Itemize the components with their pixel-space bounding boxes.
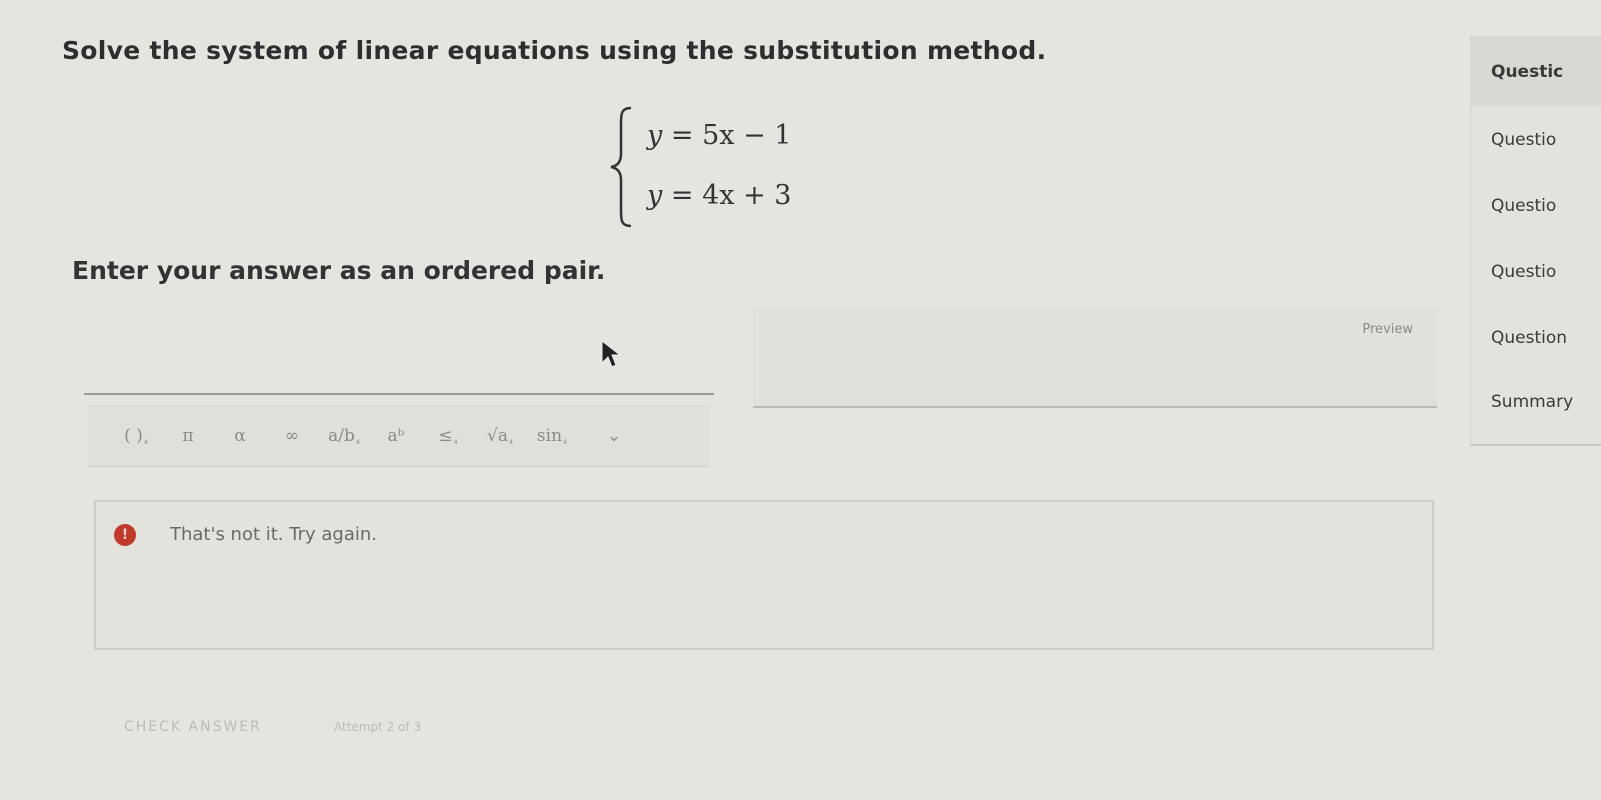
sidebar-item-question-2[interactable]: Questio xyxy=(1491,130,1556,150)
parentheses-button[interactable]: ( ) ⁴ xyxy=(110,416,162,456)
equation-2-rhs: 4x + 3 xyxy=(702,180,792,211)
fraction-label: a/b xyxy=(328,425,355,446)
less-equal-button[interactable]: ≤ ⁴ xyxy=(422,416,474,456)
sin-label: sin xyxy=(536,425,563,446)
question-sidebar: Questic Questio Questio Questio Question… xyxy=(1470,36,1601,446)
chevron-down-icon[interactable]: ⌄ xyxy=(596,416,632,456)
pi-button[interactable]: π xyxy=(162,416,214,456)
less-equal-sub: ⁴ xyxy=(453,438,458,450)
brace-icon xyxy=(610,106,632,228)
less-equal-label: ≤ xyxy=(438,425,453,446)
infinity-label: ∞ xyxy=(284,425,300,446)
attempt-counter: Attempt 2 of 3 xyxy=(334,720,422,734)
feedback-box: ! That's not it. Try again. xyxy=(94,500,1434,650)
equation-2: y = 4x + 3 xyxy=(647,180,791,211)
error-icon: ! xyxy=(114,524,136,546)
check-answer-button[interactable]: CHECK ANSWER xyxy=(124,719,262,735)
equation-system: y = 5x − 1 y = 4x + 3 xyxy=(607,102,867,232)
feedback-message: That's not it. Try again. xyxy=(170,524,377,545)
math-toolbar: ( ) ⁴ π α ∞ a/b ⁴ aᵇ ≤ ⁴ √a ⁴ sin ⁴ ⌄ xyxy=(88,405,710,467)
alpha-label: α xyxy=(234,425,246,446)
infinity-button[interactable]: ∞ xyxy=(266,416,318,456)
sidebar-item-question-1[interactable]: Questic xyxy=(1491,62,1563,82)
pi-label: π xyxy=(182,425,194,446)
equation-2-equals: = xyxy=(670,180,703,211)
question-instruction: Solve the system of linear equations usi… xyxy=(62,36,1047,65)
sqrt-label: √a xyxy=(487,425,508,446)
sin-sub: ⁴ xyxy=(563,438,568,450)
power-button[interactable]: aᵇ xyxy=(370,416,422,456)
sidebar-item-question-4[interactable]: Questio xyxy=(1491,262,1556,282)
answer-input[interactable] xyxy=(84,393,714,395)
preview-box: Preview xyxy=(753,308,1437,408)
equation-1: y = 5x − 1 xyxy=(647,120,791,151)
sidebar-item-question-5[interactable]: Question xyxy=(1491,328,1567,348)
preview-label: Preview xyxy=(1362,322,1413,337)
equation-1-equals: = xyxy=(670,120,703,151)
fraction-button[interactable]: a/b ⁴ xyxy=(318,416,370,456)
answer-prompt: Enter your answer as an ordered pair. xyxy=(72,256,606,285)
parentheses-label: ( ) xyxy=(124,425,143,446)
equation-1-rhs: 5x − 1 xyxy=(702,120,792,151)
power-label: aᵇ xyxy=(387,425,405,446)
page: Solve the system of linear equations usi… xyxy=(0,0,1601,800)
sidebar-item-question-3[interactable]: Questio xyxy=(1491,196,1556,216)
sqrt-sub: ⁴ xyxy=(508,438,513,450)
fraction-sub: ⁴ xyxy=(355,438,360,450)
parentheses-sub: ⁴ xyxy=(143,438,148,450)
alpha-button[interactable]: α xyxy=(214,416,266,456)
cursor-icon xyxy=(601,339,622,368)
equation-1-lhs: y xyxy=(647,120,663,151)
sin-button[interactable]: sin ⁴ xyxy=(526,416,578,456)
sqrt-button[interactable]: √a ⁴ xyxy=(474,416,526,456)
sidebar-item-summary[interactable]: Summary xyxy=(1491,392,1573,412)
equation-2-lhs: y xyxy=(647,180,663,211)
